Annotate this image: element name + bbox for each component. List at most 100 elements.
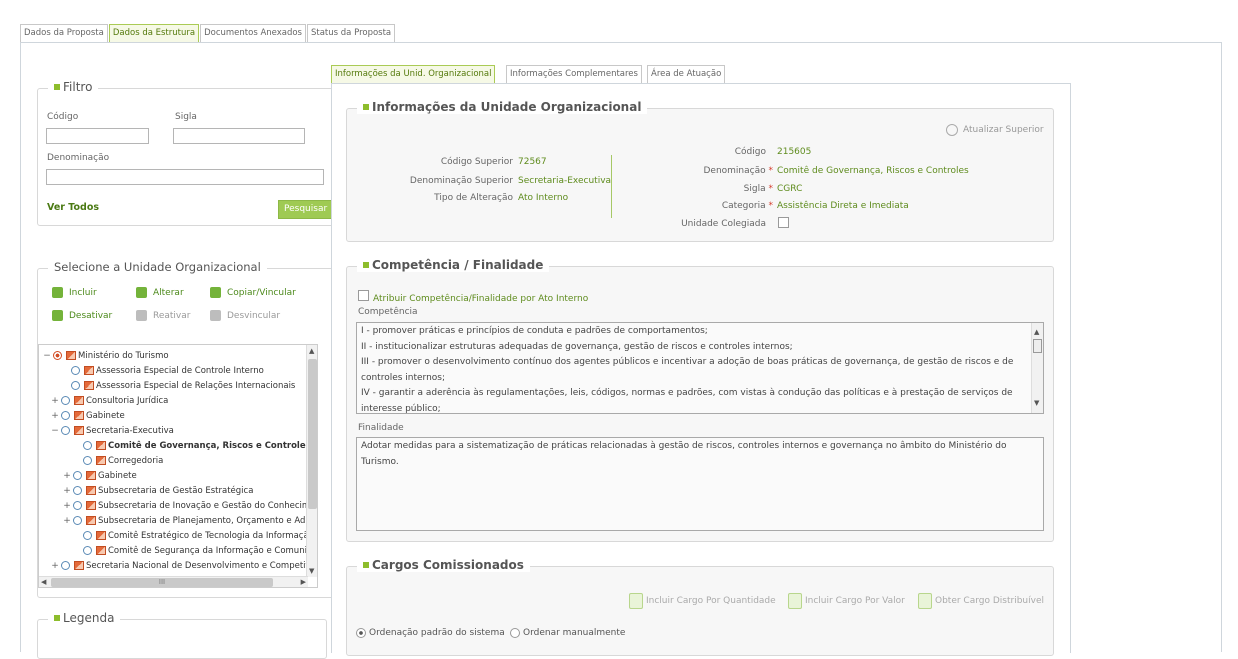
tree-node[interactable]: + Subsecretaria de Planejamento, Orçament… <box>63 513 317 528</box>
flag-icon <box>74 426 84 435</box>
pesquisar-button[interactable]: Pesquisar <box>278 200 334 219</box>
expander-icon[interactable]: − <box>43 351 51 361</box>
competencia-textarea[interactable]: I - promover práticas e princípios de co… <box>356 322 1044 414</box>
tree-node[interactable]: + Gabinete <box>63 468 137 483</box>
tree-node[interactable]: Assessoria Especial de Controle Interno <box>61 363 264 378</box>
tree-vertical-scrollbar[interactable]: ▲ ▼ <box>306 345 317 577</box>
scroll-left-icon[interactable]: ◀ <box>41 578 46 586</box>
radio-icon[interactable] <box>61 561 70 570</box>
tree-node[interactable]: + Consultoria Jurídica <box>51 393 168 408</box>
ordenar-manualmente-radio[interactable]: Ordenar manualmente <box>510 628 625 638</box>
tree-node[interactable]: + Subsecretaria de Gestão Estratégica <box>63 483 253 498</box>
reativar-button[interactable]: Reativar <box>136 310 190 321</box>
radio-icon[interactable] <box>61 426 70 435</box>
expander-icon[interactable]: + <box>63 516 71 526</box>
scroll-up-icon[interactable]: ▲ <box>309 347 314 355</box>
tree-node[interactable]: + Subsecretaria de Inovação e Gestão do C… <box>63 498 317 513</box>
tree-node[interactable]: Assessoria Especial de Relações Internac… <box>61 378 295 393</box>
expander-icon[interactable]: + <box>51 411 59 421</box>
tree-node[interactable]: + Secretaria Nacional de Desenvolvimento … <box>51 558 317 573</box>
radio-icon[interactable] <box>71 381 80 390</box>
expander-icon[interactable]: + <box>51 561 59 571</box>
radio-icon[interactable] <box>53 351 62 360</box>
required-mark: * <box>768 201 774 211</box>
denominacao-superior-label: Denominação Superior <box>409 176 513 186</box>
tree-node[interactable]: + Gabinete <box>51 408 125 423</box>
scroll-down-icon[interactable]: ▼ <box>309 567 314 575</box>
tab-area-atuacao[interactable]: Área de Atuação <box>647 65 726 83</box>
collapse-icon[interactable] <box>54 614 60 621</box>
sigla-input[interactable] <box>173 128 305 144</box>
competencia-line: IV - garantir a aderência às regulamenta… <box>361 388 1013 414</box>
expander-icon[interactable]: + <box>63 486 71 496</box>
flag-icon <box>74 411 84 420</box>
tab-documentos-anexados[interactable]: Documentos Anexados <box>200 24 306 42</box>
expander-icon[interactable]: − <box>51 426 59 436</box>
ordenacao-padrao-radio[interactable]: Ordenação padrão do sistema <box>356 628 505 638</box>
incluir-button[interactable]: Incluir <box>52 287 97 298</box>
finalidade-textarea[interactable]: Adotar medidas para a sistematização de … <box>356 437 1044 531</box>
copiar-vincular-button[interactable]: Copiar/Vincular <box>210 287 296 298</box>
unlink-icon <box>210 310 221 321</box>
atribuir-ato-interno-checkbox[interactable] <box>358 290 369 301</box>
radio-icon[interactable] <box>73 486 82 495</box>
tab-dados-proposta[interactable]: Dados da Proposta <box>20 24 108 42</box>
incluir-cargo-valor-button[interactable]: Incluir Cargo Por Valor <box>788 593 905 609</box>
ver-todos-link[interactable]: Ver Todos <box>47 202 99 213</box>
scroll-down-icon[interactable]: ▼ <box>1034 396 1039 412</box>
tab-dados-estrutura[interactable]: Dados da Estrutura <box>108 24 200 42</box>
tree-node-selected[interactable]: Comitê de Governança, Riscos e Controles <box>73 438 311 453</box>
desativar-button[interactable]: Desativar <box>52 310 112 321</box>
collapse-icon[interactable] <box>54 83 60 90</box>
scroll-thumb[interactable] <box>308 359 317 509</box>
codigo-input[interactable] <box>46 128 149 144</box>
radio-icon[interactable] <box>356 628 366 638</box>
scroll-thumb[interactable] <box>1033 339 1042 353</box>
unidade-colegiada-checkbox[interactable] <box>778 217 789 228</box>
radio-icon[interactable] <box>83 546 92 555</box>
radio-icon[interactable] <box>61 411 70 420</box>
expander-icon[interactable]: + <box>63 501 71 511</box>
tree-node[interactable]: − Secretaria-Executiva <box>51 423 174 438</box>
expander-icon[interactable]: + <box>63 471 71 481</box>
collapse-icon[interactable] <box>363 561 369 568</box>
textarea-scrollbar[interactable]: ▲ ▼ <box>1031 323 1043 413</box>
org-tree[interactable]: − Ministério do Turismo Assessoria Especi… <box>38 344 318 588</box>
radio-icon[interactable] <box>71 366 80 375</box>
collapse-icon[interactable] <box>363 261 369 268</box>
scroll-thumb[interactable]: III <box>51 578 273 587</box>
denominacao-input[interactable] <box>46 169 324 185</box>
radio-icon[interactable] <box>73 516 82 525</box>
incluir-cargo-quantidade-button[interactable]: Incluir Cargo Por Quantidade <box>629 593 776 609</box>
atualizar-superior-button[interactable]: Atualizar Superior <box>946 124 1044 136</box>
collapse-icon[interactable] <box>363 103 369 110</box>
obter-cargo-distribuivel-button[interactable]: Obter Cargo Distribuível <box>918 593 1044 609</box>
radio-icon[interactable] <box>510 628 520 638</box>
tree-node[interactable]: Corregedoria <box>73 453 163 468</box>
scroll-right-icon[interactable]: ▶ <box>301 578 306 586</box>
flag-icon <box>86 516 96 525</box>
codigo-label: Código <box>47 112 79 122</box>
radio-icon[interactable] <box>73 471 82 480</box>
tab-info-complementares[interactable]: Informações Complementares <box>506 65 642 83</box>
column-divider <box>611 155 612 218</box>
tree-node[interactable]: − Ministério do Turismo <box>43 348 168 363</box>
tab-status-proposta[interactable]: Status da Proposta <box>307 24 396 42</box>
tab-info-unid[interactable]: Informações da Unid. Organizacional <box>331 65 496 83</box>
desvincular-button[interactable]: Desvincular <box>210 310 280 321</box>
copy-icon <box>210 287 221 298</box>
radio-icon[interactable] <box>73 501 82 510</box>
tree-node[interactable]: Comitê Estratégico de Tecnologia da Info… <box>73 528 314 543</box>
unit-info-title: Informações da Unidade Organizacional <box>357 100 648 114</box>
tree-node[interactable]: Comitê de Segurança da Informação e Comu… <box>73 543 317 558</box>
alterar-button[interactable]: Alterar <box>136 287 184 298</box>
radio-icon[interactable] <box>83 456 92 465</box>
expander-icon[interactable]: + <box>51 396 59 406</box>
radio-icon[interactable] <box>83 531 92 540</box>
radio-icon[interactable] <box>61 396 70 405</box>
radio-icon[interactable] <box>83 441 92 450</box>
flag-icon <box>66 351 76 360</box>
tree-horizontal-scrollbar[interactable]: ◀ III ▶ <box>39 576 308 587</box>
flag-icon <box>96 456 106 465</box>
flag-icon <box>96 531 106 540</box>
